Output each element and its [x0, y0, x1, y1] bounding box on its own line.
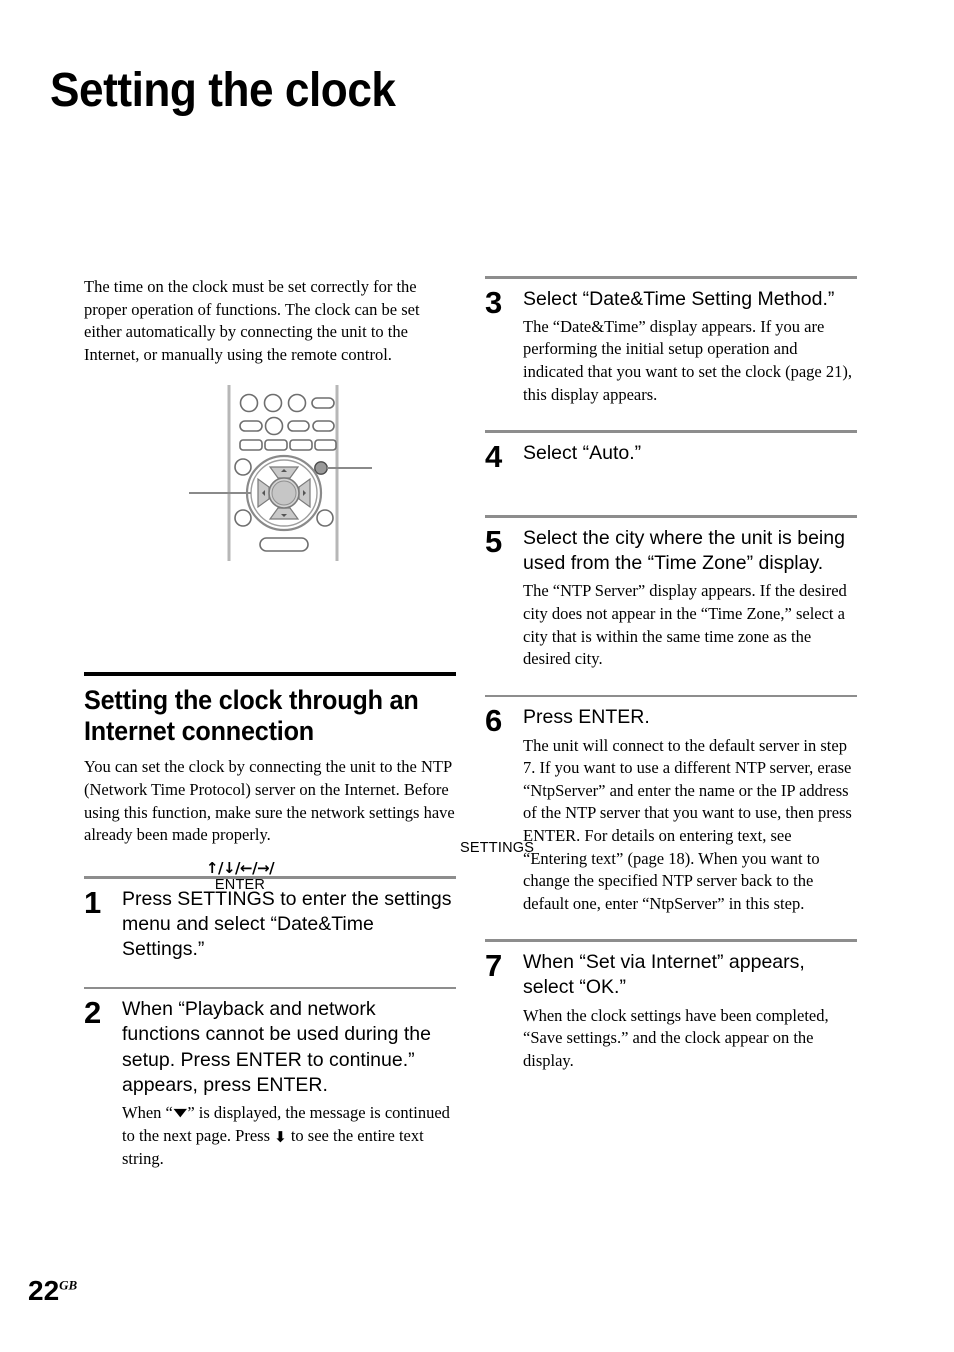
dpad-enter-inner — [271, 480, 297, 506]
remote-button-round-7 — [316, 509, 334, 527]
manual-page: Setting the clock The time on the clock … — [0, 0, 954, 1352]
step-3: 3 Select “Date&Time Setting Method.” The… — [485, 276, 857, 420]
step-instruction: Press ENTER. — [523, 706, 650, 729]
settings-button-icon — [314, 461, 328, 475]
down-arrow-icon: ⬇ — [274, 1128, 287, 1146]
steps-left-column: 1 Press SETTINGS to enter the settings m… — [84, 866, 456, 1184]
step-1: 1 Press SETTINGS to enter the settings m… — [84, 866, 456, 977]
step-4: 4 Select “Auto.” — [485, 420, 857, 505]
step-instruction: Select “Date&Time Setting Method.” — [523, 287, 835, 310]
step-number: 7 — [485, 947, 503, 983]
section-heading: Setting the clock through an Internet co… — [84, 685, 419, 746]
page-title: Setting the clock — [50, 64, 396, 118]
remote-button-round-2 — [263, 393, 283, 413]
section-rule — [84, 672, 456, 676]
remote-button-round-1 — [239, 393, 259, 413]
remote-button-pill-7 — [289, 439, 313, 451]
page-folio: 22GB — [28, 1277, 77, 1305]
remote-button-round-4 — [264, 416, 284, 436]
folio-number: 22 — [28, 1275, 60, 1306]
step-6: 6 Press ENTER. The unit will connect to … — [485, 685, 857, 930]
step-7: 7 When “Set via Internet” appears, selec… — [485, 929, 857, 1086]
intro-block: The time on the clock must be set correc… — [84, 276, 456, 366]
remote-control-illustration: SETTINGS ↑/↓/←/→/ ENTER — [84, 383, 534, 893]
remote-button-pill-3 — [287, 420, 310, 432]
step-instruction: Select the city where the unit is being … — [523, 526, 845, 574]
remote-button-pill-4 — [312, 420, 335, 432]
step-number: 5 — [485, 523, 503, 559]
step-instruction: When “Set via Internet” appears, select … — [523, 950, 805, 999]
section-internet-connection: Setting the clock through an Internet co… — [84, 672, 456, 847]
step-note: When “▼” is displayed, the message is co… — [122, 1102, 456, 1170]
step-note-part-a: When “ — [122, 1103, 173, 1123]
remote-button-round-3 — [287, 393, 307, 413]
remote-button-bottom-bar — [259, 537, 309, 552]
remote-button-pill-1 — [311, 397, 335, 409]
folio-suffix: GB — [59, 1277, 78, 1293]
remote-control-svg — [189, 385, 372, 561]
remote-button-pill-8 — [314, 439, 337, 451]
intro-paragraph: The time on the clock must be set correc… — [84, 277, 420, 364]
remote-button-pill-5 — [239, 439, 263, 451]
step-note: The “NTP Server” display appears. If the… — [523, 581, 847, 669]
step-number: 1 — [84, 884, 102, 920]
step-5: 5 Select the city where the unit is bein… — [485, 505, 857, 685]
down-triangle-icon: ▼ — [173, 1106, 187, 1120]
remote-button-round-6 — [234, 509, 252, 527]
step-note: The “Date&Time” display appears. If you … — [523, 316, 852, 404]
remote-button-pill-6 — [264, 439, 288, 451]
step-instruction: When “Playback and network functions can… — [122, 998, 431, 1097]
remote-button-round-5 — [234, 458, 252, 476]
step-number: 3 — [485, 284, 503, 320]
step-instruction: Press SETTINGS to enter the settings men… — [122, 887, 452, 961]
step-number: 4 — [485, 438, 503, 474]
step-number: 6 — [485, 703, 503, 739]
step-instruction: Select “Auto.” — [523, 441, 642, 464]
step-2: 2 When “Playback and network functions c… — [84, 977, 456, 1185]
remote-button-pill-2 — [239, 420, 263, 432]
step-number: 2 — [84, 995, 102, 1031]
step-note: The unit will connect to the default ser… — [523, 735, 852, 913]
section-body: You can set the clock by connecting the … — [84, 757, 455, 845]
step-note: When the clock settings have been comple… — [523, 1005, 829, 1070]
steps-right-column: 3 Select “Date&Time Setting Method.” The… — [485, 276, 857, 1086]
